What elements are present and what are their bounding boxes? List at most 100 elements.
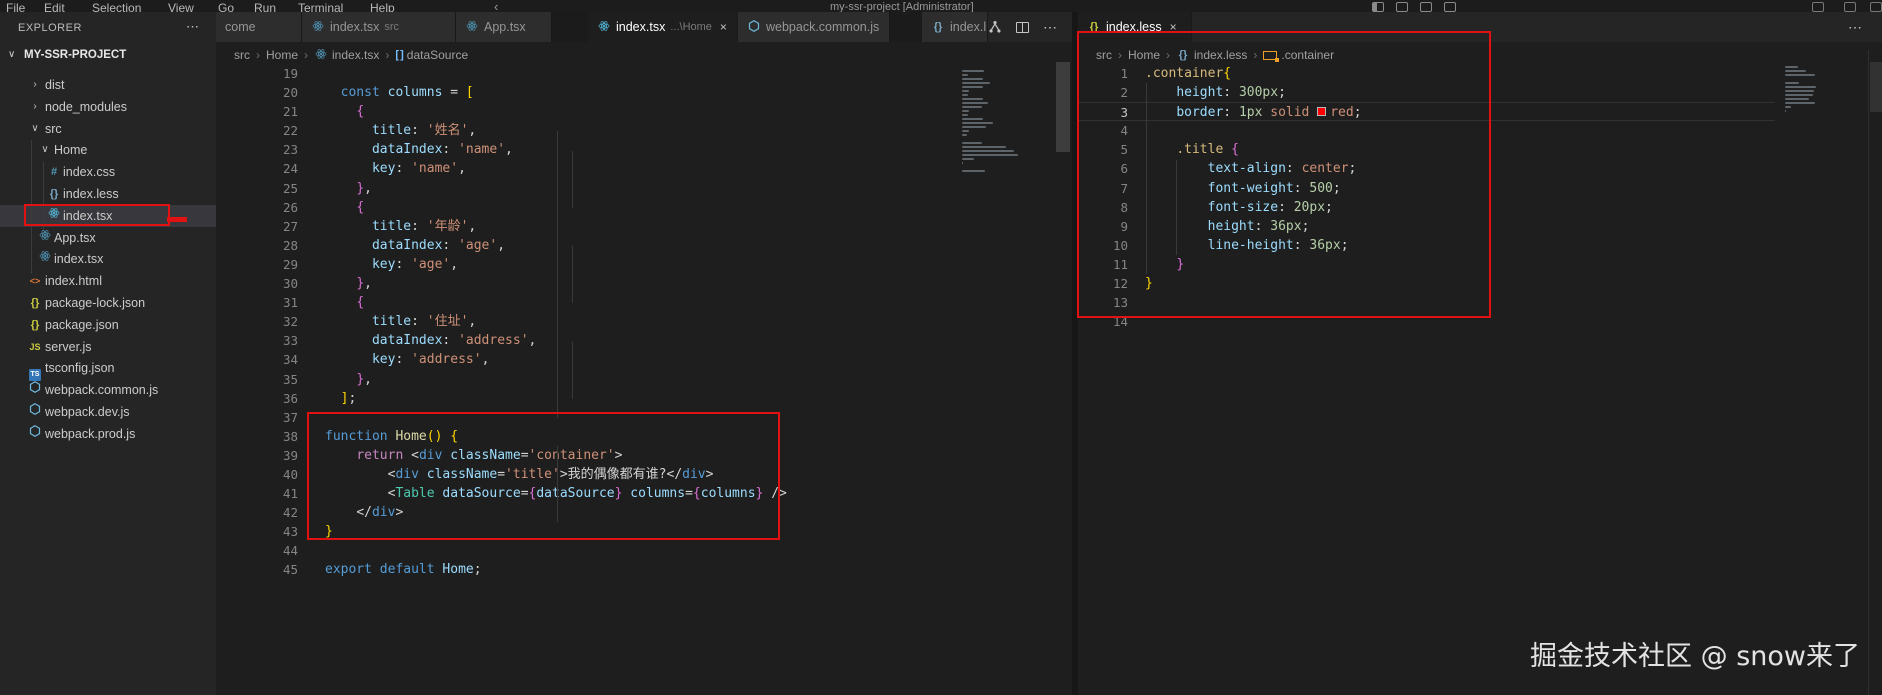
menu-run[interactable]: Run [254,1,276,12]
tree-item-index.tsx[interactable]: index.tsx [0,204,216,227]
vertical-scrollbar[interactable] [1056,62,1070,152]
code-editor-index-less[interactable]: 1 .container{2 height: 300px; 3 border: 1p… [1078,64,1882,331]
tree-item-index.tsx[interactable]: index.tsx [0,248,216,270]
navigate-back-icon[interactable]: ‹ [494,0,498,12]
menu-edit[interactable]: Edit [44,1,65,12]
minimap[interactable] [1785,66,1841,122]
project-root-row[interactable]: ∨ MY-SSR-PROJECT [0,44,216,66]
tree-item-webpack.prod.js[interactable]: webpack.prod.js [0,423,216,445]
tree-item-index.html[interactable]: <> index.html [0,270,216,292]
layout-customize-icon[interactable] [1444,2,1456,12]
code-line-39[interactable]: 39 return <div className='container'> [216,446,1056,465]
minimap[interactable] [962,66,1020,174]
code-line-12[interactable]: 12} [1078,274,1775,293]
code-line-7[interactable]: 7 font-weight: 500; [1078,179,1775,198]
tab-App.tsx[interactable]: App.tsx [456,12,552,42]
menu-view[interactable]: View [168,1,194,12]
code-line-20[interactable]: 20 const columns = [ [216,83,1056,102]
code-line-5[interactable]: 5 .title { [1078,140,1775,159]
vertical-scrollbar[interactable] [1870,62,1882,112]
breadcrumb-item-index.tsx[interactable]: index.tsx [314,48,379,63]
layout-sidebar-icon[interactable] [1396,2,1408,12]
close-tab-icon[interactable]: × [720,20,727,34]
code-line-8[interactable]: 8 font-size: 20px; [1078,198,1775,217]
code-line-25[interactable]: 25 }, [216,179,1056,198]
code-line-42[interactable]: 42 </div> [216,503,1056,522]
more-actions-icon[interactable]: ⋯ [1043,19,1058,36]
code-line-37[interactable]: 37 [216,408,1056,427]
menu-terminal[interactable]: Terminal [298,1,343,12]
minimize-icon[interactable] [1812,2,1824,12]
code-editor-index-tsx[interactable]: 19 20 const columns = [21 {22 title: '姓名'… [216,64,1072,580]
tree-item-App.tsx[interactable]: App.tsx [0,227,216,249]
tree-item-Home[interactable]: ∨ Home [0,139,216,161]
breadcrumb-item-Home[interactable]: Home [266,48,298,62]
code-line-2[interactable]: 2 height: 300px; [1078,83,1775,102]
code-line-31[interactable]: 31 { [216,293,1056,312]
tree-item-src[interactable]: ∨ src [0,118,216,140]
code-line-40[interactable]: 40 <div className='title'>我的偶像都有谁?</div> [216,465,1056,484]
breadcrumb-item-dataSource[interactable]: [ ] dataSource [395,48,468,62]
tree-item-index.less[interactable]: {} index.less [0,183,216,205]
code-line-43[interactable]: 43} [216,522,1056,541]
code-line-44[interactable]: 44 [216,541,1056,560]
close-window-icon[interactable] [1870,2,1882,12]
branch-icon[interactable] [988,20,1002,34]
code-line-19[interactable]: 19 [216,64,1056,83]
code-line-35[interactable]: 35 }, [216,370,1056,389]
code-line-14[interactable]: 14 [1078,312,1775,331]
menu-selection[interactable]: Selection [92,1,141,12]
breadcrumb-item-Home[interactable]: Home [1128,48,1160,62]
code-line-41[interactable]: 41 <Table dataSource={dataSource} column… [216,484,1056,503]
tree-item-webpack.dev.js[interactable]: webpack.dev.js [0,401,216,423]
tab-index.l[interactable]: {} index.l [922,12,988,42]
code-line-10[interactable]: 10 line-height: 36px; [1078,236,1775,255]
code-line-34[interactable]: 34 key: 'address', [216,350,1056,369]
tree-item-server.js[interactable]: JS server.js [0,336,216,358]
code-line-33[interactable]: 33 dataIndex: 'address', [216,331,1056,350]
code-line-27[interactable]: 27 title: '年龄', [216,217,1056,236]
color-swatch-red[interactable] [1317,107,1327,117]
menu-help[interactable]: Help [370,1,395,12]
code-line-4[interactable]: 4 [1078,121,1775,140]
tree-item-node_modules[interactable]: › node_modules [0,96,216,118]
tree-item-index.css[interactable]: # index.css [0,161,216,183]
tree-item-tsconfig.json[interactable]: TS tsconfig.json [0,357,216,382]
code-line-32[interactable]: 32 title: '住址', [216,312,1056,331]
tree-item-dist[interactable]: › dist [0,74,216,96]
code-line-29[interactable]: 29 key: 'age', [216,255,1056,274]
code-line-22[interactable]: 22 title: '姓名', [216,121,1056,140]
code-line-24[interactable]: 24 key: 'name', [216,159,1056,178]
layout-panel-icon[interactable] [1372,2,1384,12]
code-line-38[interactable]: 38 function Home() { [216,427,1056,446]
split-editor-icon[interactable] [1016,21,1029,33]
tab-come[interactable]: come [216,12,302,42]
maximize-icon[interactable] [1844,2,1856,12]
breadcrumb-item-src[interactable]: src [1096,48,1112,62]
code-line-23[interactable]: 23 dataIndex: 'name', [216,140,1056,159]
tree-item-package-lock.json[interactable]: {} package-lock.json [0,292,216,314]
menu-file[interactable]: File [6,1,25,12]
code-line-21[interactable]: 21 { [216,102,1056,121]
tab-webpack.common.js[interactable]: webpack.common.js [738,12,890,42]
code-line-1[interactable]: 1 .container{ [1078,64,1775,83]
tree-item-package.json[interactable]: {} package.json [0,314,216,336]
code-line-30[interactable]: 30 }, [216,274,1056,293]
breadcrumb-item-src[interactable]: src [234,48,250,62]
code-line-11[interactable]: 11 } [1078,255,1775,274]
breadcrumb-item-.container[interactable]: .container [1263,48,1334,62]
more-actions-icon[interactable]: ⋯ [1848,19,1863,36]
layout-secondary-sidebar-icon[interactable] [1420,2,1432,12]
tab-index.tsx[interactable]: index.tsx src [302,12,456,42]
breadcrumb-item-index.less[interactable]: {} index.less [1176,48,1248,62]
code-line-3[interactable]: 3 border: 1px solid red; [1078,102,1775,122]
tree-item-webpack.common.js[interactable]: webpack.common.js [0,379,216,401]
code-line-13[interactable]: 13 [1078,293,1775,312]
tab-index.tsx[interactable]: index.tsx ...\Home × [588,12,738,42]
code-line-9[interactable]: 9 height: 36px; [1078,217,1775,236]
menu-go[interactable]: Go [218,1,234,12]
explorer-more-actions-icon[interactable]: ⋯ [186,19,200,35]
code-line-26[interactable]: 26 { [216,198,1056,217]
code-line-6[interactable]: 6 text-align: center; [1078,159,1775,178]
code-line-45[interactable]: 45 export default Home; [216,560,1056,579]
